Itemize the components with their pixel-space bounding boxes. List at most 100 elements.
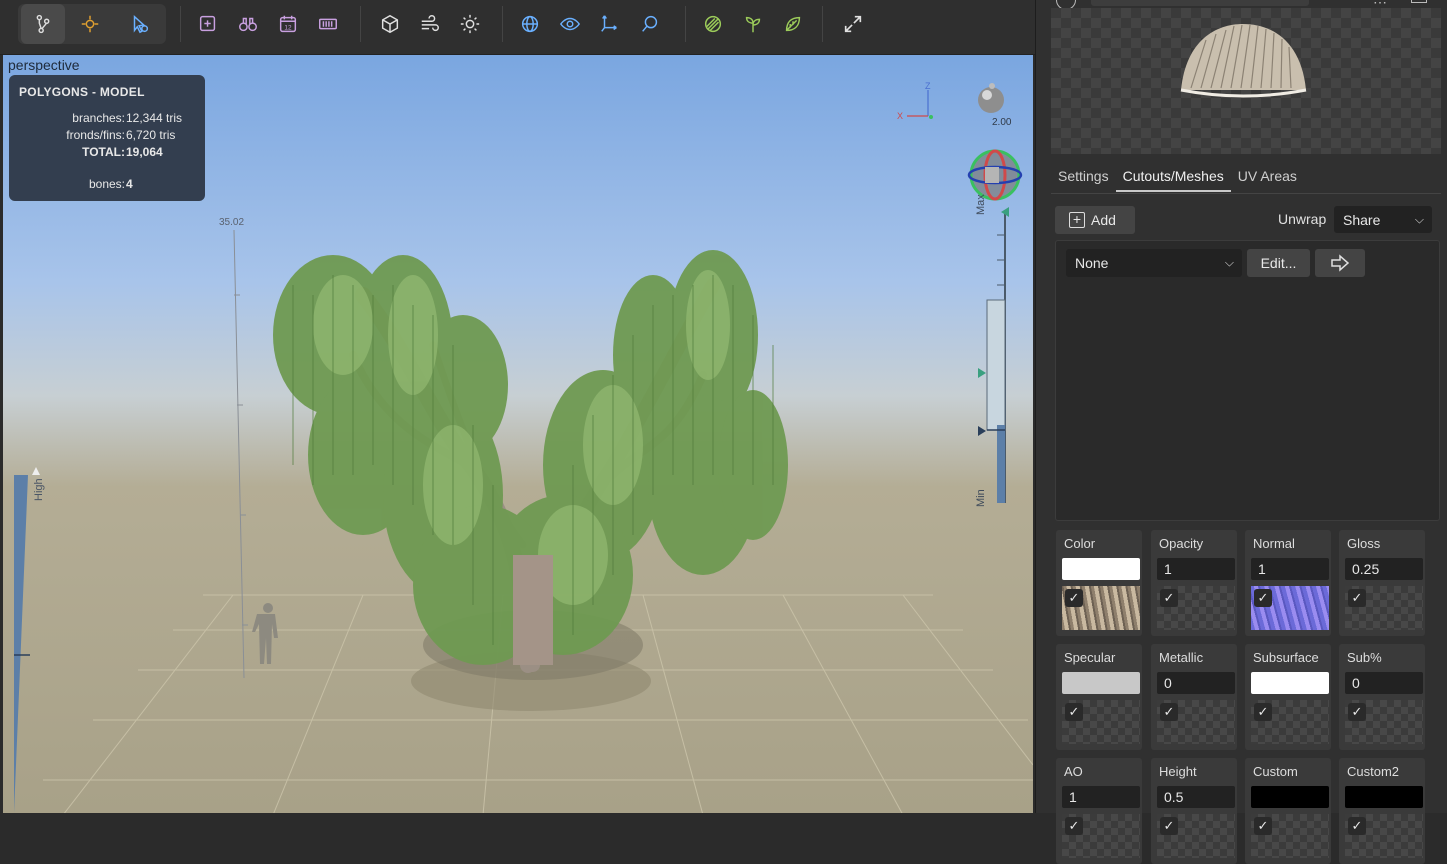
material-slot-label: Subsurface bbox=[1253, 650, 1319, 665]
material-slot-subsurface: Subsurface ✓ bbox=[1245, 644, 1331, 750]
texture-thumbnail[interactable]: ✓ bbox=[1062, 586, 1140, 630]
enable-checkbox[interactable]: ✓ bbox=[1160, 589, 1178, 607]
value-field[interactable]: 1 bbox=[1062, 786, 1140, 808]
zoom-sphere-icon[interactable] bbox=[973, 80, 1009, 116]
value-field[interactable]: 0.5 bbox=[1157, 786, 1235, 808]
stats-label-branches: branches: bbox=[72, 111, 125, 125]
3d-viewport[interactable]: perspective POLYGONS - MODEL branches: 1… bbox=[3, 55, 1033, 813]
sprout-icon[interactable] bbox=[733, 4, 773, 44]
material-slot-custom2: Custom2 ✓ bbox=[1339, 758, 1425, 864]
panel-name-field[interactable] bbox=[1091, 0, 1309, 6]
material-slot-normal: Normal 1 ✓ bbox=[1245, 530, 1331, 636]
enable-checkbox[interactable]: ✓ bbox=[1348, 817, 1366, 835]
texture-thumbnail[interactable]: ✓ bbox=[1157, 586, 1235, 630]
enable-checkbox[interactable]: ✓ bbox=[1160, 817, 1178, 835]
value-field[interactable]: 0.25 bbox=[1345, 558, 1423, 580]
edit-button[interactable]: Edit... bbox=[1247, 249, 1310, 277]
material-slot-label: Custom bbox=[1253, 764, 1298, 779]
edit-button-label: Edit... bbox=[1260, 255, 1297, 271]
stats-label-total: TOTAL: bbox=[82, 145, 125, 159]
leaf-icon[interactable] bbox=[773, 4, 813, 44]
enable-checkbox[interactable]: ✓ bbox=[1065, 589, 1083, 607]
texture-thumbnail[interactable]: ✓ bbox=[1251, 586, 1329, 630]
enable-checkbox[interactable]: ✓ bbox=[1160, 703, 1178, 721]
texture-thumbnail[interactable]: ✓ bbox=[1157, 700, 1235, 744]
weeping-willow-model bbox=[273, 250, 788, 680]
color-swatch[interactable] bbox=[1062, 558, 1140, 580]
lod-slider[interactable] bbox=[971, 205, 1011, 510]
value-field[interactable]: 0 bbox=[1157, 672, 1235, 694]
material-slot-label: Metallic bbox=[1159, 650, 1204, 665]
material-slot-ao: AO 1 ✓ bbox=[1056, 758, 1142, 864]
sun-icon[interactable] bbox=[450, 4, 490, 44]
left-slider[interactable] bbox=[12, 465, 42, 813]
material-slot-label: Opacity bbox=[1159, 536, 1204, 551]
tree-structure-icon[interactable] bbox=[21, 4, 65, 44]
search-icon[interactable] bbox=[630, 4, 670, 44]
color-swatch[interactable] bbox=[1251, 672, 1329, 694]
enable-checkbox[interactable]: ✓ bbox=[1254, 703, 1272, 721]
film-strip-icon[interactable] bbox=[308, 4, 348, 44]
toolbar-group-nodes: 12 bbox=[188, 4, 348, 44]
unwrap-select-value: Share bbox=[1343, 211, 1381, 228]
select-cursor-icon[interactable] bbox=[115, 4, 165, 44]
material-slot-label: Normal bbox=[1253, 536, 1295, 551]
cube-icon[interactable] bbox=[370, 4, 410, 44]
panel-tabs: Settings Cutouts/Meshes UV Areas bbox=[1051, 162, 1304, 192]
mesh-select-value: None bbox=[1075, 255, 1109, 271]
mesh-select[interactable]: None ⌵ bbox=[1066, 249, 1242, 277]
toolbar-group-view bbox=[510, 4, 670, 44]
enable-checkbox[interactable]: ✓ bbox=[1348, 589, 1366, 607]
binoculars-icon[interactable] bbox=[228, 4, 268, 44]
material-slot-custom: Custom ✓ bbox=[1245, 758, 1331, 864]
light-gizmo-icon[interactable] bbox=[65, 4, 115, 44]
toolbar-group-foliage bbox=[693, 4, 813, 44]
unwrap-select[interactable]: Share ⌵ bbox=[1334, 206, 1432, 233]
leaf-lines-icon[interactable] bbox=[693, 4, 733, 44]
toolbar-group-mode bbox=[18, 4, 166, 44]
tab-cutouts-meshes[interactable]: Cutouts/Meshes bbox=[1115, 162, 1231, 192]
enable-checkbox[interactable]: ✓ bbox=[1065, 703, 1083, 721]
stats-value-bones: 4 bbox=[126, 177, 133, 191]
enable-checkbox[interactable]: ✓ bbox=[1254, 589, 1272, 607]
stats-value-total: 19,064 bbox=[126, 145, 163, 159]
texture-thumbnail[interactable]: ✓ bbox=[1251, 814, 1329, 858]
add-button[interactable]: + Add bbox=[1055, 206, 1135, 234]
tab-settings[interactable]: Settings bbox=[1051, 162, 1116, 192]
wind-icon[interactable] bbox=[410, 4, 450, 44]
material-slot-gloss: Gloss 0.25 ✓ bbox=[1339, 530, 1425, 636]
texture-thumbnail[interactable]: ✓ bbox=[1345, 586, 1423, 630]
texture-thumbnail[interactable]: ✓ bbox=[1062, 700, 1140, 744]
axis-icon[interactable] bbox=[590, 4, 630, 44]
orbit-gizmo-icon[interactable] bbox=[965, 145, 1025, 205]
value-field[interactable]: 0 bbox=[1345, 672, 1423, 694]
material-slot-sub-: Sub% 0 ✓ bbox=[1339, 644, 1425, 750]
texture-thumbnail[interactable]: ✓ bbox=[1062, 814, 1140, 858]
arrow-right-button[interactable] bbox=[1315, 249, 1365, 277]
material-slot-label: AO bbox=[1064, 764, 1083, 779]
globe-icon[interactable] bbox=[510, 4, 550, 44]
enable-checkbox[interactable]: ✓ bbox=[1348, 703, 1366, 721]
material-slot-label: Custom2 bbox=[1347, 764, 1400, 779]
window-icon[interactable] bbox=[1411, 0, 1427, 3]
texture-thumbnail[interactable]: ✓ bbox=[1251, 700, 1329, 744]
cutout-mesh-list[interactable] bbox=[1055, 240, 1440, 521]
mesh-preview[interactable] bbox=[1051, 8, 1441, 154]
enable-checkbox[interactable]: ✓ bbox=[1065, 817, 1083, 835]
texture-thumbnail[interactable]: ✓ bbox=[1157, 814, 1235, 858]
stats-value-fronds: 6,720 tris bbox=[126, 128, 176, 142]
toolbar-separator bbox=[685, 6, 686, 42]
eye-icon[interactable] bbox=[550, 4, 590, 44]
fullscreen-icon[interactable] bbox=[833, 4, 873, 44]
value-field[interactable]: 1 bbox=[1157, 558, 1235, 580]
color-swatch[interactable] bbox=[1062, 672, 1140, 694]
enable-checkbox[interactable]: ✓ bbox=[1254, 817, 1272, 835]
value-field[interactable]: 1 bbox=[1251, 558, 1329, 580]
tab-uv-areas[interactable]: UV Areas bbox=[1231, 162, 1304, 192]
color-swatch[interactable] bbox=[1345, 786, 1423, 808]
calendar-icon[interactable]: 12 bbox=[268, 4, 308, 44]
add-node-icon[interactable] bbox=[188, 4, 228, 44]
texture-thumbnail[interactable]: ✓ bbox=[1345, 700, 1423, 744]
texture-thumbnail[interactable]: ✓ bbox=[1345, 814, 1423, 858]
color-swatch[interactable] bbox=[1251, 786, 1329, 808]
